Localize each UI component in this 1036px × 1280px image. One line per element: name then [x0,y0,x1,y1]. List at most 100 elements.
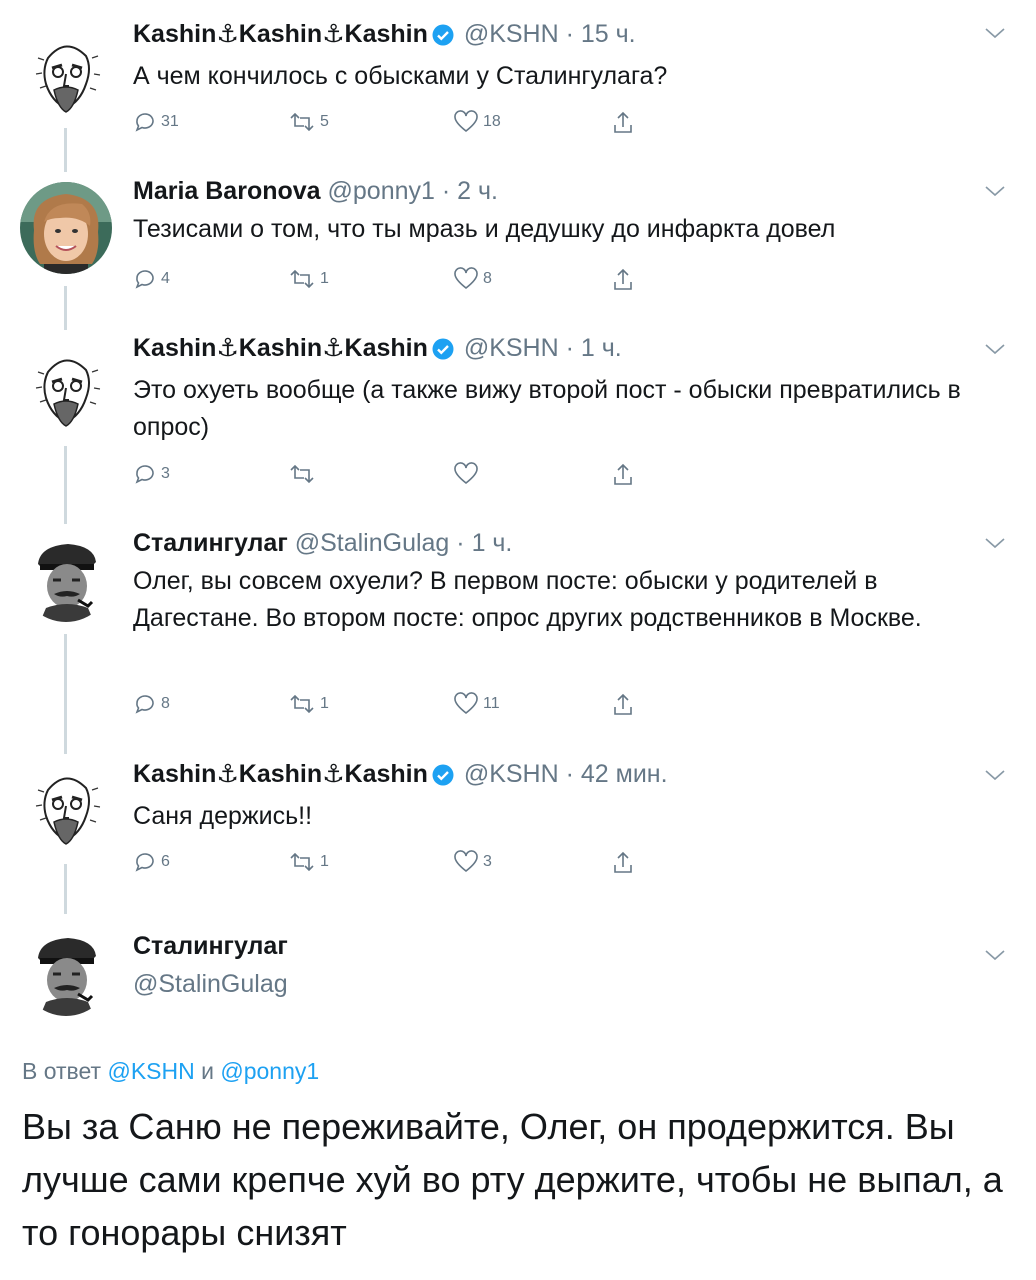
like-button[interactable]: 11 [453,692,500,716]
reply-button[interactable]: 8 [133,692,170,716]
share-icon [614,268,632,290]
reply-button[interactable]: 6 [133,850,170,874]
tweet-text: Это охуеть вообще (а также вижу второй п… [133,376,961,441]
retweet-count: 1 [320,695,329,712]
separator-dot: · [434,177,458,205]
heart-icon [454,692,478,715]
reply-context: В ответ @KSHN и @ponny1 [22,1058,319,1085]
avatar[interactable] [20,530,112,622]
chevron-down-icon[interactable] [984,184,1006,203]
display-name[interactable]: Kashin⚓Kashin⚓Kashin [133,334,428,362]
focused-tweet-text: Вы за Саню не переживайте, Олег, он прод… [22,1106,1003,1253]
share-button[interactable] [611,462,635,488]
display-name[interactable]: Kashin⚓Kashin⚓Kashin [133,760,428,788]
reply-count: 8 [161,695,170,712]
avatar[interactable] [20,28,112,120]
tweet-text: Тезисами о том, что ты мразь и дедушку д… [133,215,836,243]
tweet-text: А чем кончилось с обысками у Сталингулаг… [133,62,668,90]
separator-dot: · [558,334,581,362]
reply-count: 3 [161,465,170,482]
retweet-icon [290,112,314,132]
thread-line [64,446,67,524]
display-name[interactable]: Kashin⚓Kashin⚓Kashin [133,20,428,48]
timestamp[interactable]: 1 ч. [581,334,622,362]
reply-button[interactable]: 31 [133,110,179,134]
reply-icon [135,695,154,714]
mention-link[interactable]: @ponny1 [220,1058,319,1084]
display-name[interactable]: Сталингулаг [133,932,288,961]
reply-button[interactable]: 3 [133,462,170,486]
share-button[interactable] [611,692,635,718]
separator-dot: · [449,529,472,557]
like-button[interactable]: 8 [453,267,492,291]
sketch-portrait-icon [20,342,112,434]
retweet-icon [290,464,314,484]
sketch-portrait-icon [20,28,112,120]
timestamp[interactable]: 2 ч. [457,177,498,205]
reply-and: и [201,1058,214,1084]
retweet-icon [290,694,314,714]
user-handle[interactable]: @KSHN [464,760,559,788]
share-icon [614,111,632,133]
avatar[interactable] [20,182,112,274]
share-button[interactable] [611,850,635,876]
timestamp[interactable]: 42 мин. [581,760,668,788]
display-name[interactable]: Сталингулаг [133,529,288,557]
tweet-text: Олег, вы совсем охуели? В первом посте: … [133,567,922,632]
avatar[interactable] [20,924,112,1016]
chevron-down-icon[interactable] [984,342,1006,361]
retweet-button[interactable]: 1 [288,267,329,291]
user-handle[interactable]: @StalinGulag [295,529,450,557]
thread-line [64,286,67,330]
retweet-icon [290,269,314,289]
avatar[interactable] [20,342,112,434]
user-handle[interactable]: @KSHN [464,334,559,362]
stalin-portrait-icon [20,924,112,1016]
like-count: 3 [483,853,492,870]
chevron-down-icon[interactable] [984,26,1006,45]
share-icon [614,851,632,873]
thread-line [64,634,67,754]
reply-count: 4 [161,270,170,287]
mention-link[interactable]: @KSHN [107,1058,194,1084]
like-count: 8 [483,270,492,287]
chevron-down-icon[interactable] [984,948,1006,967]
verified-badge-icon [432,336,454,368]
reply-button[interactable]: 4 [133,267,170,291]
verified-badge-icon [432,762,454,794]
user-handle[interactable]: @StalinGulag [133,970,288,999]
timestamp[interactable]: 15 ч. [581,20,636,48]
user-handle[interactable]: @ponny1 [328,177,435,205]
display-name[interactable]: Maria Baronova [133,177,321,205]
reply-prefix: В ответ [22,1058,102,1084]
reply-count: 31 [161,113,179,130]
like-count: 18 [483,113,501,130]
share-button[interactable] [611,110,635,136]
retweet-button[interactable]: 1 [288,850,329,874]
reply-count: 6 [161,853,170,870]
retweet-button[interactable]: 1 [288,692,329,716]
reply-icon [135,270,154,289]
thread-line [64,864,67,914]
heart-icon [454,267,478,290]
photo-portrait-icon [20,182,112,274]
reply-icon [135,113,154,132]
reply-icon [135,465,154,484]
retweet-button[interactable]: 5 [288,110,329,134]
retweet-button[interactable] [288,462,320,486]
like-button[interactable] [453,462,483,486]
avatar[interactable] [20,760,112,852]
share-icon [614,463,632,485]
chevron-down-icon[interactable] [984,768,1006,787]
chevron-down-icon[interactable] [984,536,1006,555]
heart-icon [454,110,478,133]
like-button[interactable]: 3 [453,850,492,874]
like-button[interactable]: 18 [453,110,501,134]
user-handle[interactable]: @KSHN [464,20,559,48]
heart-icon [454,850,478,873]
separator-dot: · [558,20,581,48]
sketch-portrait-icon [20,760,112,852]
timestamp[interactable]: 1 ч. [472,529,513,557]
share-button[interactable] [611,267,635,293]
retweet-count: 1 [320,853,329,870]
